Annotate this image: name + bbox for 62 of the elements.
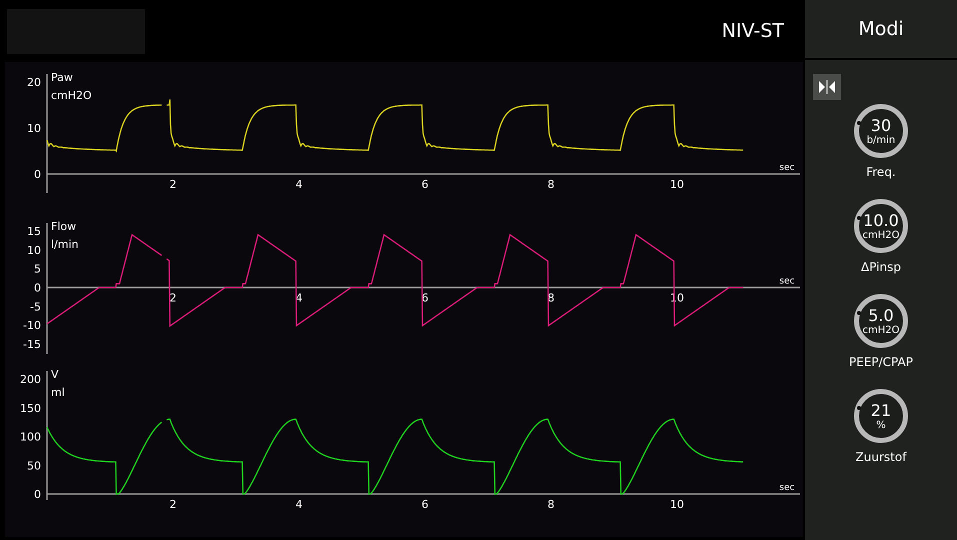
y-tick-label: 0 [34,168,41,181]
y-tick-label: 0 [34,282,41,294]
setting-unit: cmH2O [862,324,900,336]
position-dot [856,406,861,410]
plot-unit: l/min [51,238,79,251]
x-tick-label: 10 [670,498,684,511]
position-dot [856,216,861,220]
x-tick-label: 8 [548,292,554,304]
position-dot [856,311,861,315]
modes-button[interactable]: Modi [805,0,957,60]
position-dot [856,121,861,125]
y-tick-label: 100 [20,430,41,444]
y-tick-label: 10 [27,122,41,135]
setting-label: ΔPinsp [860,259,901,276]
x-tick-label: 2 [170,498,176,511]
y-tick-label: 150 [20,402,41,415]
collapse-button[interactable] [813,74,841,100]
x-tick-label: 10 [670,178,684,191]
setting-dial[interactable]: 30 b/min [854,104,908,158]
setting-unit: % [876,420,886,430]
x-tick-label: 6 [422,178,428,191]
setting-dial[interactable]: 10.0 cmH2O [854,199,908,253]
setting-value: 30 [870,116,892,134]
x-tick-label: 4 [296,498,302,511]
setting-dial[interactable]: 5.0 cmH2O [854,294,908,348]
plot-label: V [51,368,59,381]
setting-value: 5.0 [868,306,894,324]
setting-value: 21 [870,402,892,420]
collapse-icon [818,80,836,94]
plot-label: Flow [51,220,76,233]
setting-label: Freq. [866,164,896,181]
y-tick-label: 200 [20,373,41,386]
plot-unit: ml [51,386,65,399]
x-tick-label: 6 [422,292,428,304]
x-unit: sec [779,163,795,173]
plot-unit: cmH2O [51,89,92,102]
setting-unit: b/min [866,134,896,146]
y-tick-label: 50 [27,459,41,472]
y-tick-label: 0 [34,488,41,501]
x-tick-label: 6 [422,498,428,511]
y-tick-label: -10 [23,319,41,332]
mode-title: NIV-ST [722,18,784,44]
plot-label: Paw [51,71,73,84]
setting-label: Zuurstof [856,449,906,466]
y-tick-label: -15 [23,338,41,351]
y-tick-label: 10 [27,244,41,257]
x-tick-label: 4 [296,178,302,191]
x-tick-label: 2 [170,178,176,191]
x-tick-label: 8 [548,498,554,511]
x-tick-label: 2 [170,292,176,304]
y-tick-label: 5 [34,262,41,276]
setting-value: 10.0 [863,212,899,230]
y-tick-label: -5 [30,300,41,314]
setting-label: PEEP/CPAP [849,354,913,371]
x-unit: sec [779,483,795,493]
setting-dial[interactable]: 21 % [854,389,908,443]
x-tick-label: 4 [296,292,302,304]
y-tick-label: 15 [27,225,41,238]
x-tick-label: 8 [548,178,554,191]
y-tick-label: 20 [27,76,41,89]
x-unit: sec [779,276,795,286]
setting-unit: cmH2O [862,230,900,240]
